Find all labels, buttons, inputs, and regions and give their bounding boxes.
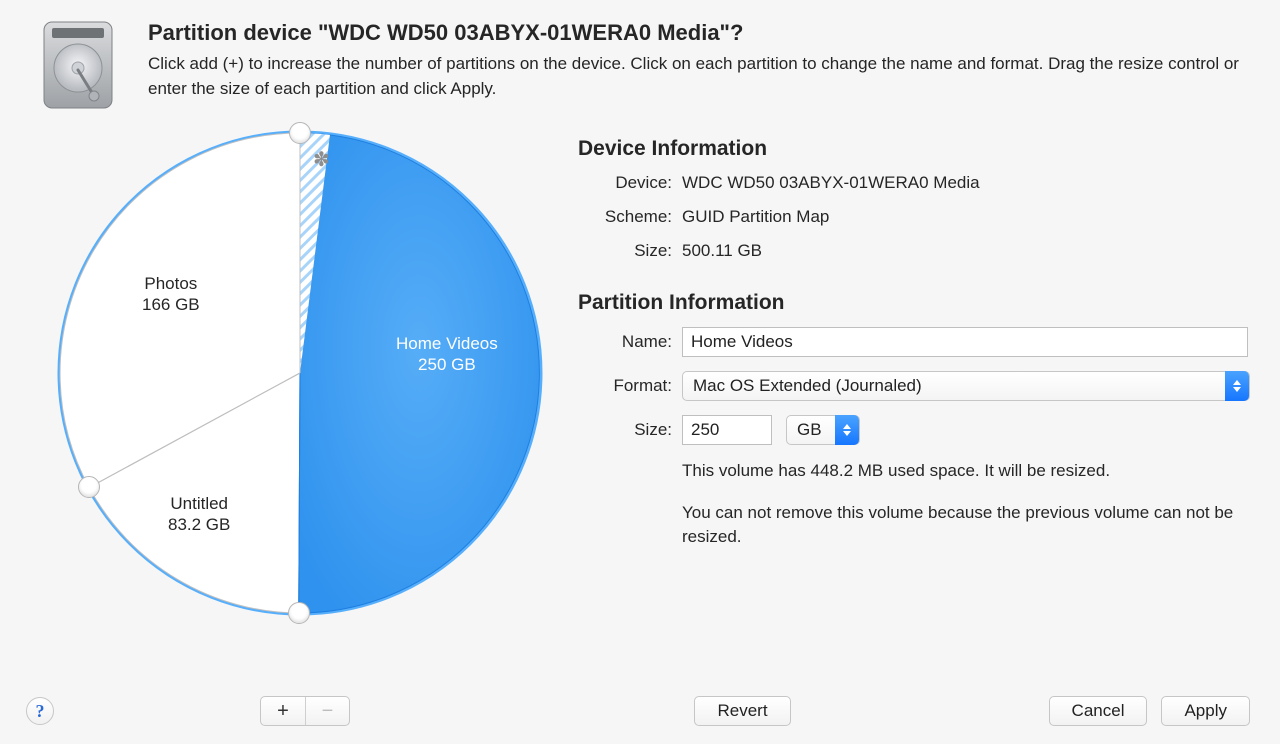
name-label: Name: xyxy=(578,332,672,352)
cancel-button[interactable]: Cancel xyxy=(1049,696,1148,726)
apply-button[interactable]: Apply xyxy=(1161,696,1250,726)
stepper-icon xyxy=(1225,371,1249,401)
partition-note-2: You can not remove this volume because t… xyxy=(682,501,1250,549)
device-value: WDC WD50 03ABYX-01WERA0 Media xyxy=(682,173,980,193)
resize-handle[interactable] xyxy=(289,122,311,144)
revert-button[interactable]: Revert xyxy=(694,696,790,726)
partition-info-title: Partition Information xyxy=(578,291,1250,315)
partition-note-1: This volume has 448.2 MB used space. It … xyxy=(682,459,1250,483)
add-remove-segment: + − xyxy=(260,696,350,726)
dialog-subtitle: Click add (+) to increase the number of … xyxy=(148,52,1258,101)
format-label: Format: xyxy=(578,376,672,396)
partition-name-input[interactable] xyxy=(682,327,1248,357)
size-unit-select[interactable]: GB xyxy=(786,415,860,445)
size-value: 500.11 GB xyxy=(682,241,762,261)
remove-partition-button[interactable]: − xyxy=(305,697,349,725)
resize-handle[interactable] xyxy=(78,476,100,498)
resize-handle[interactable] xyxy=(288,602,310,624)
help-button[interactable]: ? xyxy=(26,697,54,725)
psize-label: Size: xyxy=(578,420,672,440)
header: Partition device "WDC WD50 03ABYX-01WERA… xyxy=(0,0,1280,113)
scheme-value: GUID Partition Map xyxy=(682,207,829,227)
partition-size-input[interactable] xyxy=(682,415,772,445)
size-unit-value: GB xyxy=(797,420,822,440)
stepper-icon xyxy=(835,415,859,445)
add-partition-button[interactable]: + xyxy=(261,697,305,725)
format-select-value: Mac OS Extended (Journaled) xyxy=(693,376,922,396)
format-select[interactable]: Mac OS Extended (Journaled) xyxy=(682,371,1250,401)
scheme-label: Scheme: xyxy=(578,207,672,227)
device-info-title: Device Information xyxy=(578,137,1250,161)
partition-pie[interactable]: Home Videos 250 GB Untitled 83.2 GB Phot… xyxy=(50,123,568,663)
size-label: Size: xyxy=(578,241,672,261)
device-label: Device: xyxy=(578,173,672,193)
dialog-title: Partition device "WDC WD50 03ABYX-01WERA… xyxy=(148,20,1258,46)
hard-drive-icon xyxy=(38,18,118,113)
